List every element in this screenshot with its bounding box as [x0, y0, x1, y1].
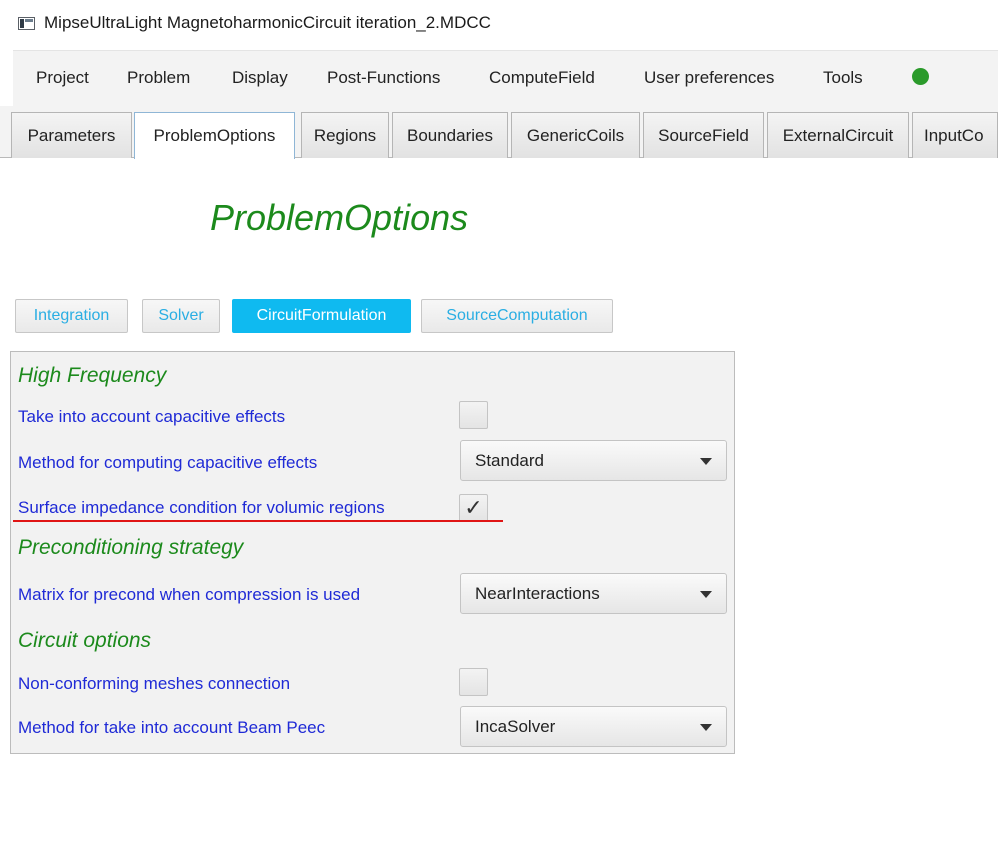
tab-inputcontrol[interactable]: InputCo — [912, 112, 998, 158]
capacitive-method-value: Standard — [475, 451, 544, 470]
checkmark-icon: ✓ — [464, 495, 483, 520]
status-indicator-icon — [912, 68, 929, 85]
tab-genericcoils[interactable]: GenericCoils — [511, 112, 640, 158]
precond-matrix-label: Matrix for precond when compression is u… — [18, 585, 361, 604]
menu-display[interactable]: Display — [232, 68, 288, 88]
tab-externalcircuit[interactable]: ExternalCircuit — [767, 112, 909, 158]
surface-impedance-checkbox[interactable]: ✓ — [459, 494, 488, 522]
beam-peec-value: IncaSolver — [475, 717, 556, 736]
capacitive-method-dropdown[interactable]: Standard — [460, 440, 727, 481]
title-bar: MipseUltraLight MagnetoharmonicCircuit i… — [0, 0, 998, 46]
tab-sourcefield[interactable]: SourceField — [643, 112, 764, 158]
precond-matrix-value: NearInteractions — [475, 584, 600, 603]
tab-regions[interactable]: Regions — [301, 112, 389, 158]
section-preconditioning: Preconditioning strategy — [18, 536, 244, 559]
options-panel: High Frequency Take into account capacit… — [10, 351, 735, 754]
tab-problemoptions[interactable]: ProblemOptions — [134, 112, 295, 159]
section-high-frequency: High Frequency — [18, 364, 167, 387]
beam-peec-dropdown[interactable]: IncaSolver — [460, 706, 727, 747]
tab-parameters[interactable]: Parameters — [11, 112, 132, 158]
window-title: MipseUltraLight MagnetoharmonicCircuit i… — [44, 13, 491, 32]
subtab-integration[interactable]: Integration — [15, 299, 128, 333]
main-tab-strip: Parameters ProblemOptions Regions Bounda… — [0, 106, 998, 159]
section-circuit-options: Circuit options — [18, 629, 152, 652]
subtab-solver[interactable]: Solver — [142, 299, 220, 333]
chevron-down-icon — [700, 724, 712, 731]
menu-post-functions[interactable]: Post-Functions — [327, 68, 440, 88]
app-window-icon — [18, 17, 35, 30]
capacitive-effects-label: Take into account capacitive effects — [18, 407, 286, 426]
surface-impedance-label: Surface impedance condition for volumic … — [18, 498, 385, 517]
capacitive-method-label: Method for computing capacitive effects — [18, 453, 318, 472]
menu-tools[interactable]: Tools — [823, 68, 863, 88]
precond-matrix-dropdown[interactable]: NearInteractions — [460, 573, 727, 614]
menu-project[interactable]: Project — [36, 68, 89, 88]
menu-problem[interactable]: Problem — [127, 68, 190, 88]
capacitive-effects-checkbox[interactable] — [459, 401, 488, 429]
nonconforming-checkbox[interactable] — [459, 668, 488, 696]
menu-user-preferences[interactable]: User preferences — [644, 68, 774, 88]
subtab-circuitformulation[interactable]: CircuitFormulation — [232, 299, 411, 333]
menu-computefield[interactable]: ComputeField — [489, 68, 595, 88]
chevron-down-icon — [700, 458, 712, 465]
menu-bar: Project Problem Display Post-Functions C… — [13, 50, 998, 106]
subtab-sourcecomputation[interactable]: SourceComputation — [421, 299, 613, 333]
tab-boundaries[interactable]: Boundaries — [392, 112, 508, 158]
highlight-underline — [13, 520, 503, 522]
page-title: ProblemOptions — [210, 197, 469, 238]
beam-peec-label: Method for take into account Beam Peec — [18, 718, 326, 737]
chevron-down-icon — [700, 591, 712, 598]
nonconforming-label: Non-conforming meshes connection — [18, 674, 291, 693]
